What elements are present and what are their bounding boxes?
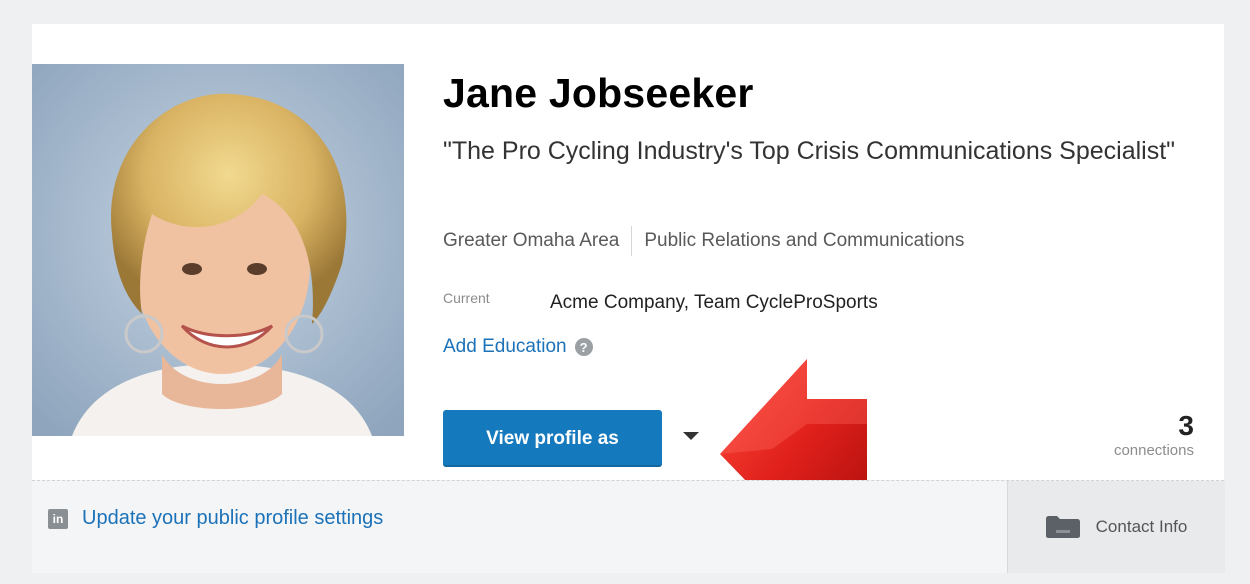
profile-photo[interactable] bbox=[32, 64, 404, 436]
linkedin-icon: in bbox=[48, 508, 68, 529]
profile-card: Jane Jobseeker "The Pro Cycling Industry… bbox=[32, 24, 1225, 573]
connections-count[interactable]: 3 connections bbox=[1114, 410, 1194, 459]
location-link[interactable]: Greater Omaha Area bbox=[443, 230, 619, 251]
profile-meta: Greater Omaha Area Public Relations and C… bbox=[443, 226, 964, 256]
help-icon[interactable]: ? bbox=[574, 338, 593, 356]
add-education-label: Add Education bbox=[443, 336, 567, 357]
contact-info-label: Contact Info bbox=[1095, 517, 1188, 536]
public-profile-label: Update your public profile settings bbox=[82, 507, 384, 529]
profile-name: Jane Jobseeker bbox=[443, 70, 754, 116]
current-position[interactable]: Acme Company, Team CycleProSports bbox=[550, 292, 878, 314]
add-education-link[interactable]: Add Education ? bbox=[443, 336, 593, 358]
industry-link[interactable]: Public Relations and Communications bbox=[644, 230, 964, 251]
connections-number: 3 bbox=[1178, 410, 1194, 441]
public-profile-link[interactable]: in Update your public profile settings bbox=[48, 507, 383, 530]
profile-photo-image bbox=[32, 64, 404, 436]
profile-footer: in Update your public profile settings C… bbox=[32, 480, 1225, 573]
connections-label: connections bbox=[1113, 442, 1194, 459]
meta-divider bbox=[631, 226, 633, 256]
current-label: Current bbox=[443, 290, 490, 306]
profile-headline: "The Pro Cycling Industry's Top Crisis C… bbox=[443, 137, 1176, 165]
folder-icon bbox=[1045, 516, 1080, 538]
chevron-down-icon[interactable] bbox=[683, 432, 699, 440]
contact-info-button[interactable]: Contact Info bbox=[1007, 481, 1225, 573]
view-profile-as-button[interactable]: View profile as bbox=[443, 410, 662, 467]
